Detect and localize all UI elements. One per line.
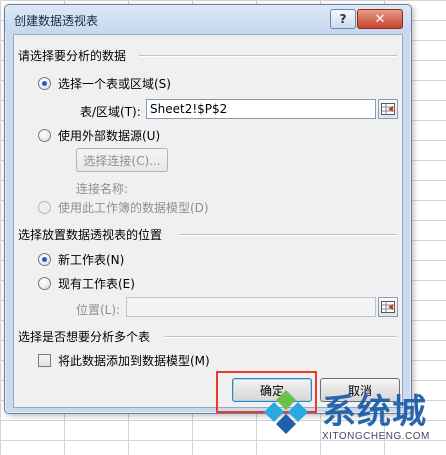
help-icon: ? <box>339 12 347 26</box>
connection-name-label: 连接名称: <box>76 182 129 196</box>
radio-external-source-label[interactable]: 使用外部数据源(U) <box>58 127 160 144</box>
location-picker-button[interactable] <box>378 297 398 317</box>
radio-external-source[interactable] <box>38 129 51 142</box>
range-input[interactable]: Sheet2!$P$2 <box>146 99 376 119</box>
close-button[interactable]: ✕ <box>357 9 403 29</box>
section-location-title: 选择放置数据透视表的位置 <box>18 228 163 242</box>
radio-select-range-label[interactable]: 选择一个表或区域(S) <box>58 75 171 92</box>
range-picker-icon <box>381 103 395 115</box>
watermark-brand: 系统城 <box>322 392 427 432</box>
radio-data-model-label[interactable]: 使用此工作簿的数据模型(D) <box>58 199 209 216</box>
dialog-titlebar[interactable]: 创建数据透视表 ? ✕ <box>5 5 411 33</box>
watermark-logo-icon <box>264 390 308 434</box>
watermark-url: XITONGCHENG.COM <box>322 431 430 442</box>
radio-existing-worksheet-label[interactable]: 现有工作表(E) <box>58 275 135 292</box>
section-divider <box>139 55 397 57</box>
dialog-body: 请选择要分析的数据 选择一个表或区域(S) 表/区域(T): Sheet2!$P… <box>13 34 403 408</box>
add-to-data-model-checkbox[interactable] <box>38 354 51 367</box>
section-divider <box>179 234 397 236</box>
range-field-label: 表/区域(T): <box>80 105 141 119</box>
choose-connection-button[interactable]: 选择连接(C)... <box>76 148 168 172</box>
location-input[interactable] <box>126 297 376 317</box>
radio-existing-worksheet[interactable] <box>38 277 51 290</box>
radio-new-worksheet-label[interactable]: 新工作表(N) <box>58 251 124 268</box>
radio-new-worksheet[interactable] <box>38 253 51 266</box>
radio-select-range[interactable] <box>38 77 51 90</box>
section-data-title: 请选择要分析的数据 <box>18 49 127 63</box>
radio-data-model[interactable] <box>38 201 51 214</box>
section-divider <box>164 336 397 338</box>
range-picker-button[interactable] <box>378 99 398 119</box>
create-pivot-table-dialog: 创建数据透视表 ? ✕ 请选择要分析的数据 选择一个表或区域(S) 表/区域(T… <box>4 4 412 414</box>
range-picker-icon <box>381 301 395 313</box>
add-to-data-model-label[interactable]: 将此数据添加到数据模型(M) <box>58 352 210 369</box>
help-button[interactable]: ? <box>330 9 356 29</box>
close-icon: ✕ <box>374 11 386 27</box>
choose-connection-label: 选择连接(C)... <box>83 153 161 168</box>
location-field-label: 位置(L): <box>76 303 121 317</box>
section-multi-title: 选择是否想要分析多个表 <box>18 330 151 344</box>
dialog-title: 创建数据透视表 <box>14 14 99 28</box>
